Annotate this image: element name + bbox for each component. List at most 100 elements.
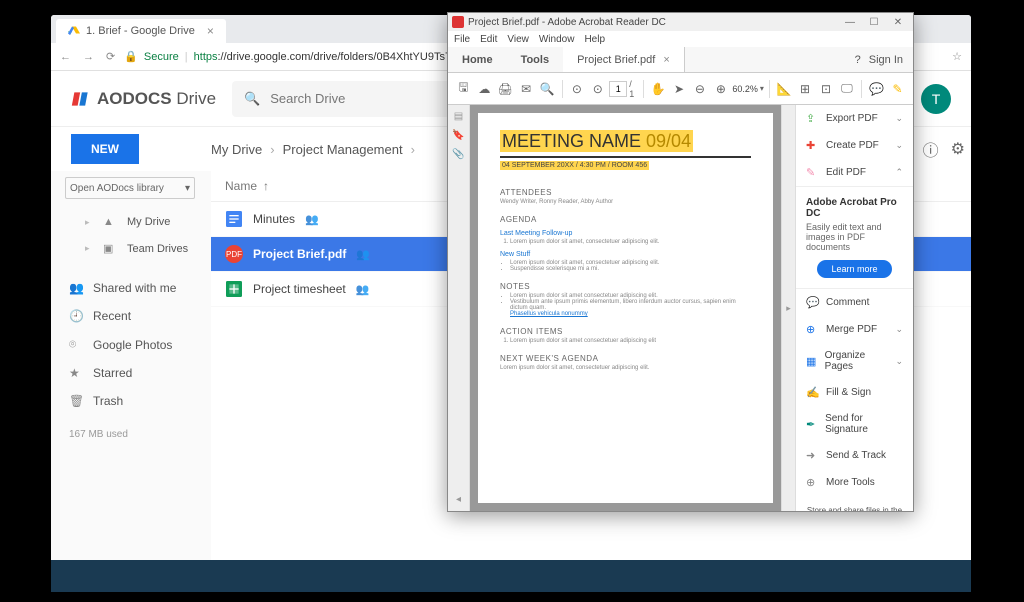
close-button[interactable]: ✕ [887, 17, 909, 28]
page-up-icon[interactable]: ⊙ [567, 78, 586, 100]
crumb-project-management[interactable]: Project Management [283, 142, 403, 157]
save-icon[interactable]: 🖫 [454, 78, 473, 100]
chevron-down-icon: ⌄ [895, 140, 903, 151]
tool-comment[interactable]: 💬Comment [796, 289, 913, 316]
tab-document[interactable]: Project Brief.pdf× [563, 47, 685, 72]
nav-forward-icon[interactable]: → [80, 51, 97, 63]
sidebar-item-photos[interactable]: ⌾Google Photos [65, 330, 211, 359]
tool-export-pdf[interactable]: ⇪Export PDF⌄ [796, 105, 913, 132]
sidebar-item-team-drives[interactable]: ▸ ▣ Team Drives [65, 235, 211, 262]
tab-close-icon[interactable]: × [207, 24, 214, 38]
email-icon[interactable]: ✉ [517, 78, 536, 100]
tool-send-track[interactable]: ➜Send & Track [796, 442, 913, 469]
info-icon[interactable]: ⓘ [917, 137, 945, 161]
tool-more-tools[interactable]: ⊕More Tools [796, 469, 913, 496]
help-icon[interactable]: ? [855, 54, 861, 66]
tool-send-signature[interactable]: ✒Send for Signature [796, 406, 913, 442]
fit-width-icon[interactable]: ⊞ [796, 78, 815, 100]
nav-back-icon[interactable]: ← [57, 51, 74, 63]
menu-file[interactable]: File [454, 34, 470, 45]
comment-icon[interactable]: 💬 [867, 78, 886, 100]
crumb-my-drive[interactable]: My Drive [211, 142, 262, 157]
menu-view[interactable]: View [507, 34, 529, 45]
menu-edit[interactable]: Edit [480, 34, 497, 45]
sign-icon: ✍ [806, 386, 820, 399]
acrobat-tab-strip: Home Tools Project Brief.pdf× ? Sign In [448, 47, 913, 73]
user-avatar[interactable]: T [921, 84, 951, 114]
tool-organize-pages[interactable]: ▦Organize Pages⌄ [796, 343, 913, 379]
storage-used-label: 167 MB used [65, 429, 211, 440]
new-button[interactable]: NEW [71, 134, 139, 164]
section-notes: NOTES [500, 282, 751, 291]
footer-bar [51, 560, 971, 592]
zoom-value[interactable]: 60.2% [732, 84, 758, 94]
hand-tool-icon[interactable]: ✋ [649, 78, 668, 100]
more-icon: ⊕ [806, 476, 820, 489]
export-icon: ⇪ [806, 112, 820, 125]
bookmark-star-icon[interactable]: ☆ [949, 50, 965, 63]
collapse-left-icon[interactable]: ◂ [456, 494, 461, 505]
doc-link[interactable]: Phasellus vehicula nonummy [510, 311, 588, 317]
people-icon: 👥 [69, 281, 83, 295]
learn-more-button[interactable]: Learn more [817, 260, 891, 278]
sidebar-item-trash[interactable]: 🗑Trash [65, 387, 211, 415]
search-icon: 🔍 [244, 91, 260, 107]
tool-edit-pdf[interactable]: ✎Edit PDF⌃ [796, 159, 913, 186]
team-drives-icon: ▣ [103, 242, 117, 255]
organize-icon: ▦ [806, 355, 819, 368]
doc-title: MEETING NAME 09/04 [500, 130, 693, 152]
tab-tools[interactable]: Tools [507, 47, 564, 72]
zoom-out-icon[interactable]: ⊖ [691, 78, 710, 100]
signature-icon: ✒ [806, 418, 819, 431]
sidebar-item-shared[interactable]: 👥Shared with me [65, 274, 211, 302]
minimize-button[interactable]: — [839, 17, 861, 28]
page-number-input[interactable] [609, 81, 627, 97]
fit-page-icon[interactable]: ⊡ [817, 78, 836, 100]
pdf-icon: PDF [225, 245, 243, 263]
chrome-tab[interactable]: 1. Brief - Google Drive × [56, 19, 226, 43]
clock-icon: 🕘 [69, 309, 83, 323]
upgrade-promo: Adobe Acrobat Pro DC Easily edit text an… [796, 186, 913, 289]
zoom-in-icon[interactable]: ⊕ [711, 78, 730, 100]
sign-in-link[interactable]: Sign In [869, 54, 903, 66]
shared-icon: 👥 [356, 248, 370, 261]
search-icon[interactable]: 🔍 [538, 78, 557, 100]
collapse-right-icon[interactable]: ▸ [781, 105, 795, 511]
send-icon: ➜ [806, 449, 820, 462]
nav-reload-icon[interactable]: ⟳ [103, 50, 118, 63]
tool-fill-sign[interactable]: ✍Fill & Sign [796, 379, 913, 406]
measure-icon[interactable]: 📐 [775, 78, 794, 100]
attachments-icon[interactable]: 📎 [452, 149, 464, 160]
menu-window[interactable]: Window [539, 34, 575, 45]
tab-home[interactable]: Home [448, 47, 507, 72]
menu-help[interactable]: Help [584, 34, 605, 45]
section-action-items: ACTION ITEMS [500, 327, 751, 336]
tool-merge-pdf[interactable]: ⊕Merge PDF⌄ [796, 316, 913, 343]
print-icon[interactable]: 🖨 [496, 78, 515, 100]
maximize-button[interactable]: ☐ [863, 17, 885, 28]
settings-gear-icon[interactable]: ⚙ [945, 139, 971, 159]
read-mode-icon[interactable]: 🖵 [837, 78, 856, 100]
drive-icon: ▲ [103, 216, 117, 228]
doc-date-line: 04 SEPTEMBER 20XX / 4:30 PM / ROOM 456 [500, 161, 649, 170]
photos-icon: ⌾ [69, 337, 83, 352]
bookmarks-icon[interactable]: 🔖 [452, 130, 464, 141]
cloud-icon[interactable]: ☁ [475, 78, 494, 100]
page-down-icon[interactable]: ⊙ [588, 78, 607, 100]
highlight-icon[interactable]: ✎ [888, 78, 907, 100]
thumbnails-icon[interactable]: ▤ [454, 111, 463, 122]
sidebar-item-recent[interactable]: 🕘Recent [65, 302, 211, 330]
acrobat-tools-panel: ⇪Export PDF⌄ ✚Create PDF⌄ ✎Edit PDF⌃ Ado… [795, 105, 913, 511]
document-viewport[interactable]: MEETING NAME 09/04 04 SEPTEMBER 20XX / 4… [470, 105, 781, 511]
tool-create-pdf[interactable]: ✚Create PDF⌄ [796, 132, 913, 159]
sidebar-item-my-drive[interactable]: ▸ ▲ My Drive [65, 209, 211, 235]
shared-icon: 👥 [356, 283, 370, 296]
chevron-down-icon: ▾ [185, 183, 190, 194]
library-select[interactable]: Open AODocs library▾ [65, 177, 195, 199]
sort-arrow-icon: ↑ [263, 179, 269, 193]
pdf-page: MEETING NAME 09/04 04 SEPTEMBER 20XX / 4… [478, 113, 773, 503]
chevron-up-icon: ⌃ [895, 167, 903, 178]
select-tool-icon[interactable]: ➤ [670, 78, 689, 100]
tab-close-icon[interactable]: × [663, 54, 669, 66]
sidebar-item-starred[interactable]: ★Starred [65, 359, 211, 387]
